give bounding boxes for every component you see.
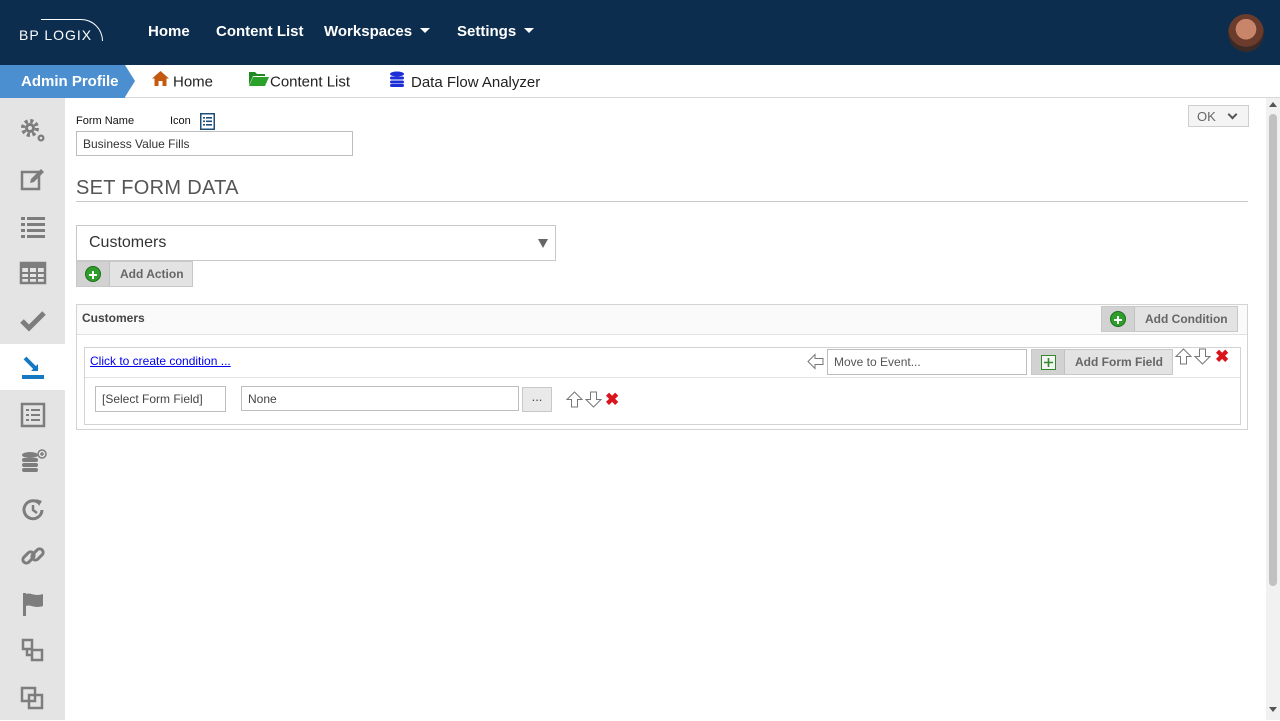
breadcrumb: Admin Profile Home Content List Data Flo… (0, 65, 1280, 98)
panel-title: Customers (82, 311, 145, 325)
chevron-down-icon (1227, 109, 1238, 120)
dropdown-arrow-icon (538, 239, 548, 248)
home-icon (152, 71, 169, 90)
top-navigation-bar: BP LOGIX Home Content List Workspaces Se… (0, 0, 1280, 65)
document-list-icon[interactable] (0, 392, 65, 438)
arrow-up-icon[interactable] (1174, 348, 1193, 370)
add-action-button[interactable]: Add Action (76, 261, 193, 287)
chevron-down-icon (420, 27, 431, 33)
scroll-thumb[interactable] (1269, 114, 1277, 586)
arrow-up-icon[interactable] (565, 391, 584, 413)
add-condition-button[interactable]: Add Condition (1101, 306, 1238, 332)
folder-open-icon (249, 71, 269, 90)
form-name-input[interactable]: Business Value Fills (76, 131, 353, 156)
table-icon[interactable] (0, 250, 65, 296)
admin-profile-tab[interactable]: Admin Profile (0, 65, 135, 98)
select-form-field[interactable]: [Select Form Field] (95, 386, 226, 412)
move-to-event-input[interactable]: Move to Event... (827, 349, 1027, 375)
nav-settings-label: Settings (457, 23, 517, 40)
field-value-picker-button[interactable]: ... (522, 387, 552, 412)
field-value-input[interactable]: None (241, 386, 519, 411)
create-condition-link[interactable]: Click to create condition ... (90, 354, 231, 368)
breadcrumb-data-flow-analyzer[interactable]: Data Flow Analyzer (389, 71, 541, 93)
list-icon[interactable] (0, 203, 65, 249)
copy-icon[interactable] (0, 675, 65, 721)
nav-home[interactable]: Home (148, 23, 190, 40)
database-icon (389, 71, 405, 91)
breadcrumb-content-list-label: Content List (270, 73, 351, 91)
left-sidebar (0, 98, 65, 720)
breadcrumb-home-label: Home (173, 73, 214, 91)
database-add-icon[interactable] (0, 439, 65, 485)
delete-field-icon[interactable]: ✖ (605, 391, 619, 408)
add-field-icon-wrap (1032, 350, 1065, 374)
refresh-clock-icon[interactable] (0, 487, 65, 533)
check-icon[interactable] (0, 297, 65, 343)
add-icon (85, 266, 101, 282)
form-name-label: Form Name (76, 115, 135, 127)
form-icon-picker[interactable] (200, 113, 215, 130)
add-icon-wrap (1102, 307, 1135, 331)
chevron-down-icon (524, 27, 535, 33)
flag-icon[interactable] (0, 581, 65, 627)
target-form-select[interactable]: Customers (76, 225, 556, 261)
add-form-field-label: Add Form Field (1075, 355, 1163, 369)
logo-text: BP LOGIX (19, 27, 93, 43)
nav-workspaces-label: Workspaces (324, 23, 413, 40)
scroll-up-arrow-icon[interactable] (1269, 102, 1277, 107)
bp-logix-logo[interactable]: BP LOGIX (19, 18, 109, 48)
link-icon[interactable] (0, 533, 65, 579)
arrow-down-icon[interactable] (1193, 348, 1212, 370)
nav-settings[interactable]: Settings (457, 23, 535, 40)
add-field-icon (1040, 354, 1056, 370)
add-action-label: Add Action (120, 267, 184, 281)
ok-button-label: OK (1197, 108, 1216, 124)
add-condition-label: Add Condition (1145, 312, 1228, 326)
section-divider (76, 201, 1248, 202)
breadcrumb-data-flow-analyzer-label: Data Flow Analyzer (411, 73, 541, 91)
panel-header: Customers (77, 305, 1247, 335)
edit-icon[interactable] (0, 157, 65, 203)
add-icon (1110, 311, 1126, 327)
target-form-select-value: Customers (89, 234, 167, 251)
arrow-down-icon[interactable] (584, 391, 603, 413)
icon-label: Icon (170, 115, 191, 127)
nav-content-list[interactable]: Content List (216, 23, 304, 40)
vertical-scrollbar[interactable] (1266, 98, 1280, 720)
user-avatar[interactable] (1228, 14, 1264, 52)
add-icon-wrap (77, 262, 110, 286)
ok-button[interactable]: OK (1188, 105, 1249, 127)
gears-icon[interactable] (0, 108, 65, 154)
arrow-left-icon[interactable] (807, 353, 824, 375)
delete-condition-icon[interactable]: ✖ (1215, 348, 1229, 365)
breadcrumb-content-list[interactable]: Content List (249, 71, 351, 92)
scroll-down-arrow-icon[interactable] (1269, 707, 1277, 712)
nav-workspaces[interactable]: Workspaces (324, 23, 431, 40)
breadcrumb-home[interactable]: Home (152, 71, 214, 92)
add-form-field-button[interactable]: Add Form Field (1031, 349, 1173, 375)
workflow-icon[interactable] (0, 627, 65, 673)
form-data-icon[interactable] (0, 344, 65, 390)
section-title: SET FORM DATA (76, 177, 239, 199)
